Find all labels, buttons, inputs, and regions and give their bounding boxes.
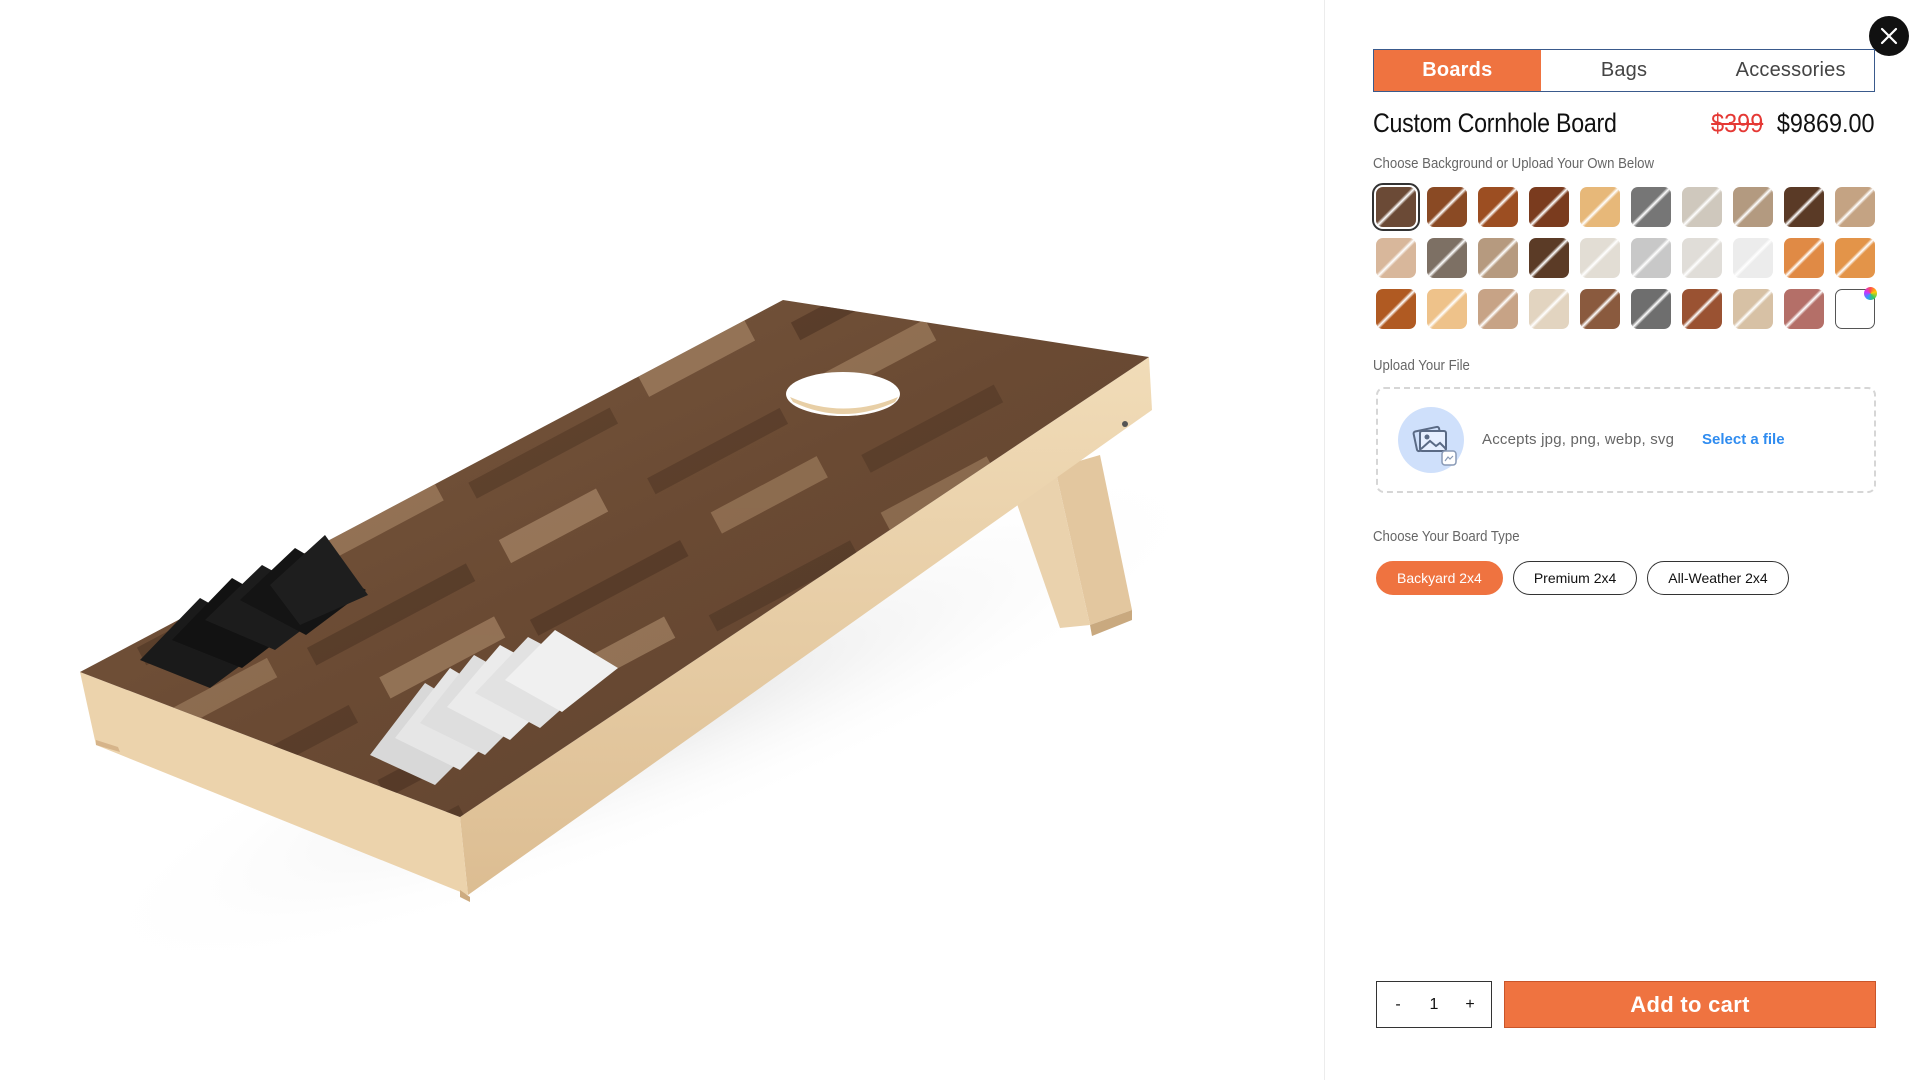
background-section-label: Choose Background or Upload Your Own Bel…	[1373, 155, 1655, 172]
close-icon	[1880, 27, 1898, 45]
background-swatch[interactable]	[1784, 238, 1824, 278]
quantity-value[interactable]: 1	[1430, 996, 1439, 1014]
background-swatch[interactable]	[1529, 289, 1569, 329]
background-swatch[interactable]	[1682, 187, 1722, 227]
background-swatch[interactable]	[1529, 187, 1569, 227]
background-swatch[interactable]	[1580, 187, 1620, 227]
board-type-premium[interactable]: Premium 2x4	[1512, 561, 1638, 595]
close-button[interactable]	[1869, 16, 1909, 56]
price: $399 $9869.00	[1712, 108, 1875, 139]
background-swatch[interactable]	[1376, 289, 1416, 329]
background-swatch[interactable]	[1478, 238, 1518, 278]
background-swatch[interactable]	[1733, 289, 1773, 329]
background-swatch[interactable]	[1427, 238, 1467, 278]
background-swatch[interactable]	[1580, 238, 1620, 278]
board-3d-viewer[interactable]	[0, 0, 1324, 1080]
background-swatch[interactable]	[1682, 238, 1722, 278]
background-swatch[interactable]	[1427, 187, 1467, 227]
background-swatch[interactable]	[1529, 238, 1569, 278]
custom-color-swatch[interactable]	[1835, 287, 1877, 329]
background-swatch[interactable]	[1835, 238, 1875, 278]
image-upload-icon	[1398, 407, 1464, 473]
tab-boards[interactable]: Boards	[1374, 50, 1541, 91]
board-type-section-label: Choose Your Board Type	[1373, 528, 1520, 545]
background-swatch[interactable]	[1372, 183, 1420, 231]
background-swatch[interactable]	[1376, 238, 1416, 278]
select-file-link[interactable]: Select a file	[1702, 431, 1785, 448]
background-swatch[interactable]	[1631, 187, 1671, 227]
quantity-decrease-button[interactable]: -	[1389, 996, 1407, 1014]
category-tabs: Boards Bags Accessories	[1373, 49, 1875, 92]
background-swatch[interactable]	[1631, 289, 1671, 329]
background-swatch[interactable]	[1427, 289, 1467, 329]
background-swatch[interactable]	[1784, 289, 1824, 329]
original-price: $399	[1711, 108, 1764, 138]
quantity-stepper: - 1 +	[1376, 981, 1492, 1028]
background-swatch[interactable]	[1478, 289, 1518, 329]
add-to-cart-button[interactable]: Add to cart	[1504, 981, 1876, 1028]
file-upload-dropzone[interactable]: Accepts jpg, png, webp, svg Select a fil…	[1376, 387, 1876, 493]
board-type-backyard[interactable]: Backyard 2x4	[1376, 561, 1503, 595]
upload-accepts-text: Accepts jpg, png, webp, svg	[1482, 431, 1675, 448]
product-title: Custom Cornhole Board	[1373, 108, 1617, 138]
background-swatch[interactable]	[1580, 289, 1620, 329]
cornhole-board-render	[73, 300, 1227, 978]
upload-section-label: Upload Your File	[1373, 357, 1470, 374]
tab-accessories[interactable]: Accessories	[1707, 50, 1874, 91]
quantity-increase-button[interactable]: +	[1461, 996, 1479, 1014]
background-swatch-grid	[1372, 183, 1877, 329]
tab-bags[interactable]: Bags	[1541, 50, 1708, 91]
background-swatch[interactable]	[1835, 187, 1875, 227]
color-wheel-icon	[1864, 287, 1877, 300]
board-type-options: Backyard 2x4 Premium 2x4 All-Weather 2x4	[1376, 561, 1789, 595]
background-swatch[interactable]	[1733, 187, 1773, 227]
background-swatch[interactable]	[1682, 289, 1722, 329]
background-swatch[interactable]	[1784, 187, 1824, 227]
current-price: $9869.00	[1777, 108, 1875, 138]
background-swatch[interactable]	[1733, 238, 1773, 278]
background-swatch[interactable]	[1631, 238, 1671, 278]
board-type-all-weather[interactable]: All-Weather 2x4	[1647, 561, 1789, 595]
background-swatch[interactable]	[1478, 187, 1518, 227]
